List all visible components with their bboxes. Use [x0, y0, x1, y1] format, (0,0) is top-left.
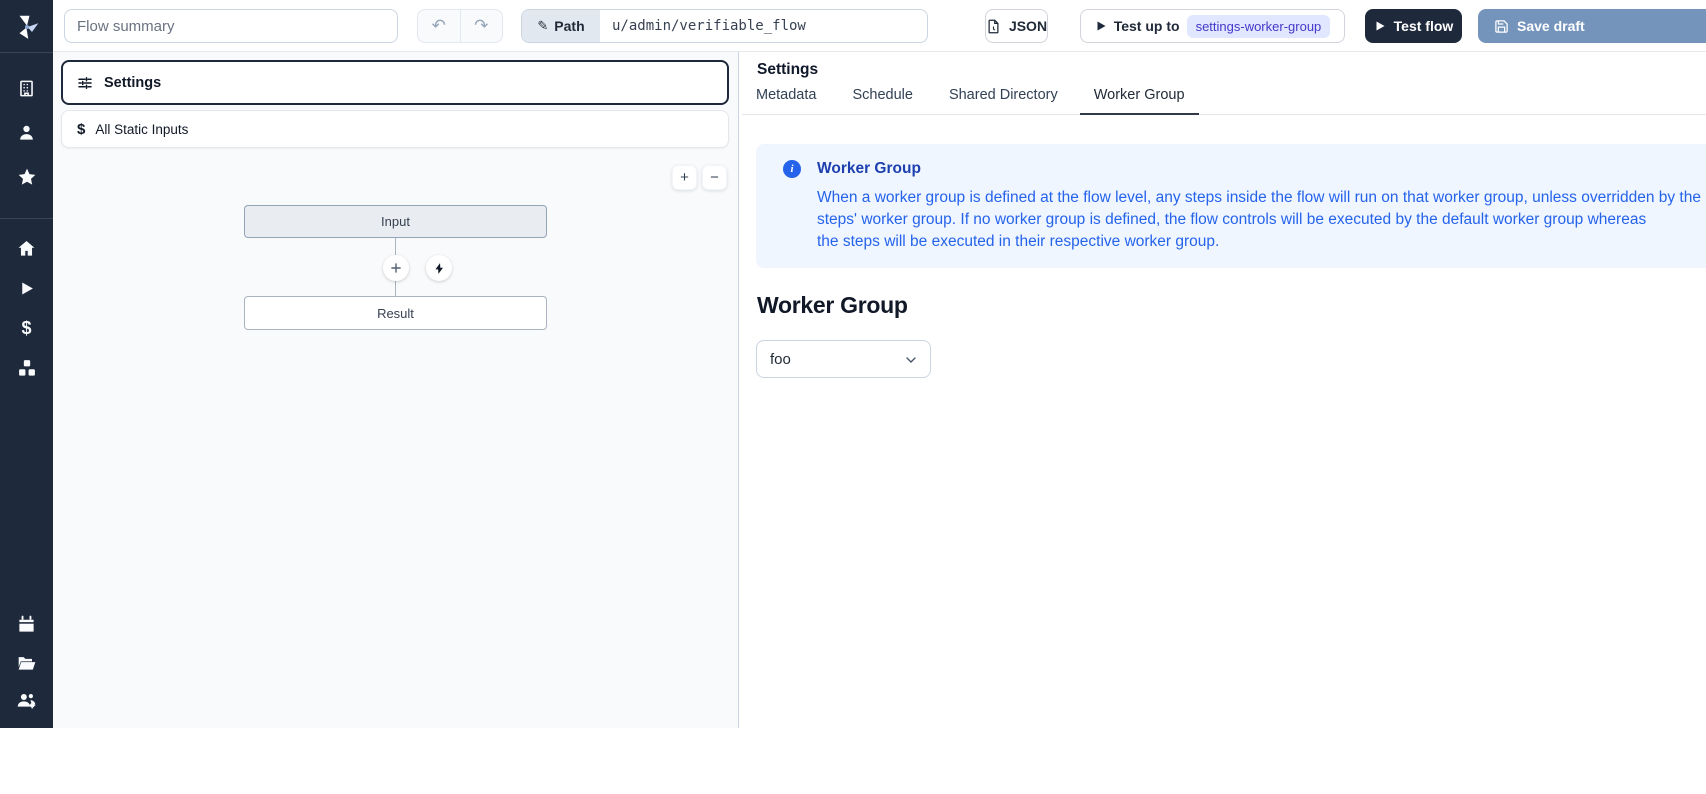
home-icon[interactable] — [16, 238, 37, 259]
user-icon[interactable] — [16, 122, 37, 143]
flow-settings-item[interactable]: Settings — [61, 60, 729, 105]
topbar: ↶ ↷ ✎ Path u/admin/verifiable_flow JSON … — [53, 0, 1706, 52]
file-json-icon — [986, 19, 1001, 34]
boxes-icon[interactable] — [16, 357, 37, 378]
test-up-to-step-badge[interactable]: settings-worker-group — [1187, 15, 1331, 38]
flow-settings-label: Settings — [104, 75, 161, 91]
save-icon — [1494, 19, 1509, 34]
flow-summary-input[interactable] — [64, 9, 398, 43]
worker-group-info-box: i Worker Group When a worker group is de… — [756, 144, 1706, 268]
json-button[interactable]: JSON — [985, 9, 1048, 43]
pencil-icon: ✎ — [537, 18, 548, 34]
input-node[interactable]: Input — [244, 205, 547, 238]
info-box-line-1: When a worker group is defined at the fl… — [817, 189, 1701, 207]
sidebar-divider-top — [0, 52, 53, 53]
zoom-in-button[interactable]: + — [672, 165, 697, 190]
settings-tabs: Metadata Schedule Shared Directory Worke… — [742, 85, 1706, 115]
sidebar-divider-mid — [0, 218, 53, 219]
zoom-out-button[interactable]: − — [702, 165, 727, 190]
save-draft-button[interactable]: Save draft — [1478, 9, 1706, 43]
dollar-sign-icon: $ — [77, 121, 85, 138]
test-up-to-label: Test up to — [1114, 18, 1180, 34]
windmill-logo[interactable] — [8, 8, 45, 45]
result-node-label: Result — [377, 306, 414, 321]
play-filled-icon — [1374, 20, 1386, 32]
undo-redo-group: ↶ ↷ — [417, 9, 503, 43]
path-group: ✎ Path u/admin/verifiable_flow — [521, 9, 928, 43]
trigger-bolt-button[interactable] — [426, 255, 452, 281]
info-box-title: Worker Group — [817, 160, 921, 178]
tab-metadata[interactable]: Metadata — [742, 85, 830, 114]
all-static-inputs-item[interactable]: $ All Static Inputs — [61, 110, 729, 148]
star-icon[interactable] — [16, 166, 37, 187]
info-box-line-2: steps' worker group. If no worker group … — [817, 211, 1646, 229]
add-step-button[interactable] — [383, 255, 409, 281]
all-static-inputs-label: All Static Inputs — [95, 122, 188, 137]
path-edit-button[interactable]: ✎ Path — [522, 10, 600, 42]
folder-open-icon[interactable] — [16, 652, 37, 673]
test-flow-button[interactable]: Test flow — [1365, 9, 1462, 43]
play-icon[interactable] — [16, 278, 37, 299]
dollar-icon[interactable]: $ — [16, 318, 37, 339]
settings-panel: Settings Metadata Schedule Shared Direct… — [740, 52, 1706, 728]
redo-button[interactable]: ↷ — [461, 10, 503, 42]
worker-group-select-value: foo — [770, 351, 791, 368]
undo-button[interactable]: ↶ — [418, 10, 461, 42]
test-up-to-button[interactable]: Test up to settings-worker-group — [1080, 9, 1345, 43]
play-outline-icon — [1095, 20, 1107, 32]
worker-group-heading: Worker Group — [757, 292, 908, 319]
plus-icon: + — [680, 169, 689, 186]
result-node[interactable]: Result — [244, 296, 547, 330]
user-group-icon[interactable] — [16, 690, 37, 711]
sidebar: $ — [0, 0, 53, 728]
info-box-line-3: the steps will be executed in their resp… — [817, 233, 1219, 251]
tab-schedule[interactable]: Schedule — [838, 85, 926, 114]
redo-icon: ↷ — [474, 16, 488, 36]
input-node-label: Input — [381, 214, 410, 229]
info-icon: i — [783, 160, 801, 178]
building-icon[interactable] — [16, 78, 37, 99]
sliders-icon — [76, 74, 94, 92]
flow-graph-panel: Settings $ All Static Inputs + − Input R… — [53, 52, 739, 728]
minus-icon: − — [710, 169, 719, 186]
json-button-label: JSON — [1009, 18, 1047, 34]
settings-panel-title: Settings — [757, 61, 818, 79]
test-flow-label: Test flow — [1394, 18, 1454, 34]
chevron-down-icon — [903, 352, 919, 368]
calendar-icon[interactable] — [16, 614, 37, 635]
tab-worker-group[interactable]: Worker Group — [1080, 85, 1199, 115]
path-value[interactable]: u/admin/verifiable_flow — [600, 10, 927, 42]
path-label: Path — [554, 18, 584, 34]
cross-icon — [389, 261, 403, 275]
bolt-icon — [433, 262, 446, 275]
tab-shared-directory[interactable]: Shared Directory — [935, 85, 1072, 114]
save-draft-label: Save draft — [1517, 18, 1585, 34]
worker-group-select[interactable]: foo — [756, 340, 931, 378]
undo-icon: ↶ — [432, 16, 446, 36]
